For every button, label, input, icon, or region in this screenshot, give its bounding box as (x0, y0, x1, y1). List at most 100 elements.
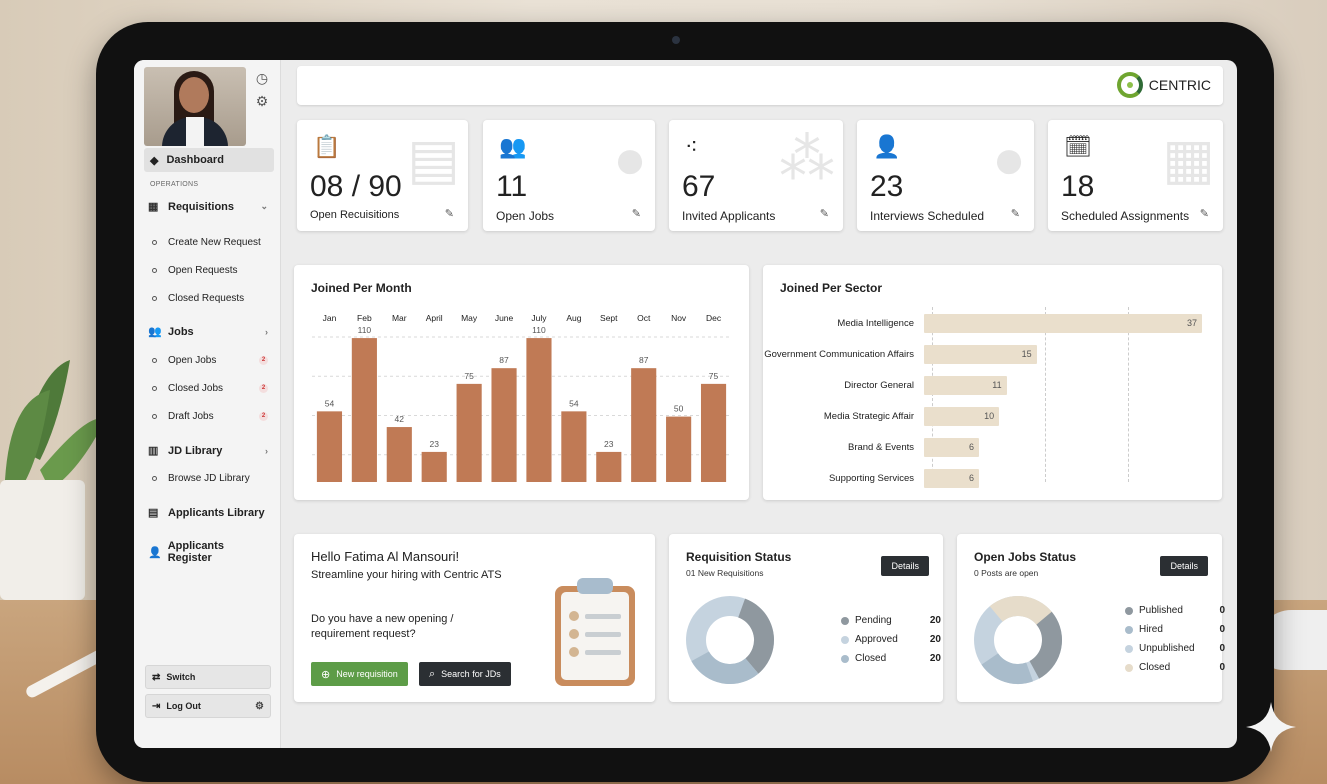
bullet-icon (152, 268, 157, 273)
calendar-clock-icon: 🗓 (1064, 134, 1092, 159)
month-bar[interactable] (526, 338, 552, 482)
chevron-right-icon[interactable]: › (265, 446, 268, 456)
app-screen: ◷ ⚙ ◆ Dashboard OPERATIONS ▦ Requisition… (134, 60, 1237, 748)
sidebar-item-browse-jd-library[interactable]: Browse JD Library (152, 473, 268, 484)
sector-bar[interactable]: 6 (924, 437, 979, 457)
sidebar-item-requisitions[interactable]: ▦ Requisitions ⌄ (148, 200, 268, 214)
panel-title: Open Jobs Status (974, 550, 1077, 564)
month-bar[interactable] (456, 383, 482, 482)
month-data-label: 75 (464, 371, 474, 381)
sidebar-item-open-jobs[interactable]: Open Jobs 2 (152, 355, 268, 366)
month-bar[interactable] (596, 451, 622, 482)
switch-button[interactable]: ⇄ Switch (145, 665, 271, 689)
details-button[interactable]: Details (881, 556, 929, 576)
stat-card-scheduled-assignments[interactable]: ▦ 🗓 18 Scheduled Assignments ✎ (1048, 120, 1223, 231)
stat-value: 67 (682, 170, 716, 203)
legend-item-closed: Closed 0 (1125, 658, 1225, 677)
header-bar: CENTRIC (297, 66, 1223, 105)
sidebar-item-draft-jobs[interactable]: Draft Jobs 2 (152, 411, 268, 422)
camera-dot (672, 36, 680, 44)
count-badge: 2 (259, 384, 268, 393)
details-button[interactable]: Details (1160, 556, 1208, 576)
avatar[interactable] (144, 67, 246, 146)
sector-label: Brand & Events (847, 441, 914, 453)
stat-card-invited-applicants[interactable]: ⁂ ⁖ 67 Invited Applicants ✎ (669, 120, 843, 231)
sector-bar[interactable]: 11 (924, 375, 1007, 395)
new-requisition-button[interactable]: ⊕ New requisition (311, 662, 408, 686)
sector-bar[interactable]: 37 (924, 313, 1202, 333)
month-tick-label: June (495, 313, 514, 323)
joined-per-sector-chart: Media Intelligence 37 Government Communica… (763, 307, 1222, 488)
month-bar[interactable] (386, 427, 412, 482)
stat-card-open-requisitions[interactable]: ▤ 📋 08 / 90 Open Recuisitions ✎ (297, 120, 468, 231)
calendar-clock-icon-watermark: ▦ (1162, 127, 1215, 190)
sidebar-item-jd-library[interactable]: ▥ JD Library › (148, 444, 268, 458)
settings-icon[interactable]: ⚙ (255, 701, 264, 712)
month-bar[interactable] (421, 451, 447, 482)
month-data-label: 23 (604, 439, 614, 449)
sidebar-item-dashboard[interactable]: ◆ Dashboard (144, 148, 274, 172)
tablet-frame: ◷ ⚙ ◆ Dashboard OPERATIONS ▦ Requisition… (96, 22, 1274, 782)
group-icon: ⁖ (685, 134, 698, 159)
month-data-label: 42 (395, 414, 405, 424)
month-bar[interactable] (316, 411, 343, 482)
sidebar-item-applicants-register[interactable]: 👤 Applicants Register (148, 540, 268, 564)
sidebar-item-closed-jobs[interactable]: Closed Jobs 2 (152, 383, 268, 394)
library-icon: ▤ (148, 507, 159, 519)
stat-card-interviews-scheduled[interactable]: ● 👤 23 Interviews Scheduled ✎ (857, 120, 1034, 231)
sidebar-item-open-requests[interactable]: Open Requests (152, 265, 268, 276)
plus-icon: ⊕ (321, 668, 331, 681)
joined-per-month-panel: Joined Per Month Jan 54 Feb 110 Mar 42 April 23… (294, 265, 749, 500)
sidebar-item-jobs[interactable]: 👥 Jobs › (148, 325, 268, 339)
edit-icon[interactable]: ✎ (445, 207, 454, 220)
stat-card-open-jobs[interactable]: ● 👥 11 Open Jobs ✎ (483, 120, 655, 231)
month-bar[interactable] (561, 411, 587, 482)
legend-item-closed: Closed 20 (841, 649, 941, 668)
welcome-subtitle: Streamline your hiring with Centric ATS (311, 569, 502, 581)
chevron-down-icon[interactable]: ⌄ (260, 201, 268, 212)
sidebar: ◷ ⚙ ◆ Dashboard OPERATIONS ▦ Requisition… (134, 60, 281, 748)
logout-button[interactable]: ⇥ Log Out ⚙ (145, 694, 271, 718)
month-tick-label: Mar (392, 313, 407, 323)
switch-icon: ⇄ (152, 671, 161, 683)
edit-icon[interactable]: ✎ (1200, 207, 1209, 220)
bullet-icon (152, 358, 157, 363)
edit-icon[interactable]: ✎ (1011, 207, 1020, 220)
sidebar-item-closed-requests[interactable]: Closed Requests (152, 293, 268, 304)
welcome-panel: Hello Fatima Al Mansouri! Streamline you… (294, 534, 655, 702)
clipboard-icon-watermark: ▤ (407, 127, 460, 190)
stat-value: 18 (1061, 170, 1095, 203)
sector-label: Supporting Services (828, 472, 914, 484)
sector-bar[interactable]: 6 (924, 468, 979, 488)
count-badge: 2 (259, 412, 268, 421)
open-jobs-donut-chart (974, 596, 1062, 684)
month-bar[interactable] (631, 368, 657, 482)
sidebar-item-create-new-request[interactable]: Create New Request (152, 237, 268, 248)
sidebar-item-applicants-library[interactable]: ▤ Applicants Library (148, 506, 268, 520)
month-bar[interactable] (491, 368, 517, 482)
user-add-icon: 👤 (148, 546, 162, 559)
month-bar[interactable] (351, 338, 377, 482)
stat-label: Open Jobs (496, 209, 555, 223)
month-tick-label: April (426, 313, 443, 323)
month-bar[interactable] (666, 416, 692, 482)
month-data-label: 54 (569, 398, 579, 408)
chevron-right-icon[interactable]: › (265, 327, 268, 337)
welcome-greeting: Hello Fatima Al Mansouri! (311, 549, 460, 564)
edit-icon[interactable]: ✎ (820, 207, 829, 220)
layers-icon: ◆ (150, 154, 159, 167)
gear-icon[interactable]: ⚙ (252, 93, 272, 110)
sector-row: Brand & Events 6 (763, 437, 979, 457)
sector-row: Media Strategic Affair 10 (763, 406, 1000, 426)
panel-subtitle: 0 Posts are open (974, 568, 1039, 578)
sector-row: Media Intelligence 37 (763, 313, 1202, 333)
month-data-label: 110 (532, 325, 546, 335)
sector-bar[interactable]: 15 (924, 344, 1037, 364)
edit-icon[interactable]: ✎ (632, 207, 641, 220)
sector-bar[interactable]: 10 (924, 406, 1000, 426)
month-data-label: 75 (709, 371, 719, 381)
history-icon[interactable]: ◷ (252, 70, 272, 87)
month-bar[interactable] (700, 383, 727, 482)
stat-label: Open Recuisitions (310, 209, 400, 221)
search-jds-button[interactable]: ⌕ Search for JDs (419, 662, 511, 686)
